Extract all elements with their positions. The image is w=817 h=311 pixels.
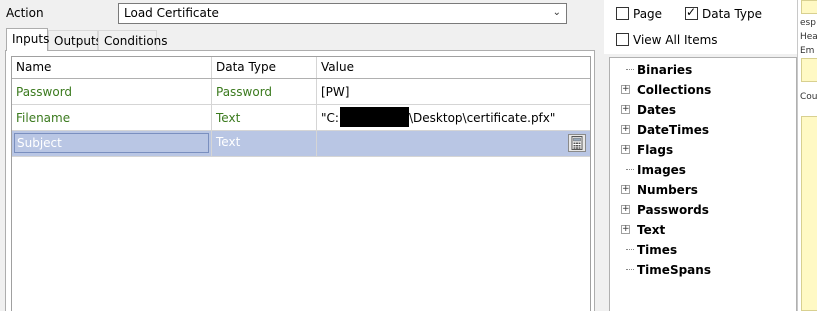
tree-item-numbers[interactable]: + Numbers [610, 180, 796, 200]
tree-item-label[interactable]: Collections [637, 83, 711, 97]
tree-item-label[interactable]: Passwords [637, 203, 709, 217]
plus-icon[interactable]: + [621, 105, 630, 114]
plus-icon[interactable]: + [621, 85, 630, 94]
tab-outputs[interactable]: Outputs [48, 30, 102, 50]
view-all-items-checkbox[interactable] [616, 33, 629, 46]
tree-item-label[interactable]: Images [637, 163, 686, 177]
tree-item-label[interactable]: Numbers [637, 183, 698, 197]
adjacent-window-strip: esp Head Em Cou [797, 0, 817, 311]
plus-icon[interactable]: + [621, 185, 630, 194]
column-header-data-type[interactable]: Data Type [212, 57, 317, 78]
row-name-cell[interactable]: Subject [12, 131, 212, 156]
data-item-tree: Binaries + Collections + Dates + DateTim… [609, 57, 797, 311]
tree-item-label[interactable]: Binaries [637, 63, 692, 77]
plus-icon[interactable]: + [621, 125, 630, 134]
data-type-checkbox[interactable]: ✓ [685, 5, 698, 20]
redaction-block [340, 107, 409, 127]
row-value-cell[interactable] [317, 131, 590, 156]
view-all-items-label[interactable]: View All Items [633, 33, 718, 47]
tree-item-label[interactable]: Flags [637, 143, 673, 157]
row-type-cell[interactable]: Password [212, 79, 317, 104]
tree-item-label[interactable]: TimeSpans [637, 263, 711, 277]
tree-item-passwords[interactable]: + Passwords [610, 200, 796, 220]
tree-item-datetimes[interactable]: + DateTimes [610, 120, 796, 140]
tree-item-text[interactable]: + Text [610, 220, 796, 240]
strip-text: esp [800, 18, 816, 28]
row-name-cell[interactable]: Filename [12, 105, 212, 130]
action-label: Action [6, 6, 44, 20]
tree-item-timespans[interactable]: TimeSpans [610, 260, 796, 280]
value-path-suffix: \Desktop\certificate.pfx" [409, 111, 556, 125]
tree-connector [626, 249, 634, 250]
table-row-selected[interactable]: Subject Text [12, 131, 590, 157]
column-header-value[interactable]: Value [317, 57, 590, 78]
tab-conditions[interactable]: Conditions [98, 30, 168, 50]
inputs-panel: Name Data Type Value Password Password [… [5, 50, 595, 311]
yellow-cell [801, 0, 817, 14]
tree-item-label[interactable]: Times [637, 243, 677, 257]
row-name-cell[interactable]: Password [12, 79, 212, 104]
tree-connector [626, 169, 634, 170]
table-row[interactable]: Password Password [PW] [12, 79, 590, 105]
tree-item-label[interactable]: Dates [637, 103, 676, 117]
row-value-cell[interactable]: "C: \Desktop\certificate.pfx" [317, 105, 590, 130]
tree-connector [626, 69, 634, 70]
subject-name-input[interactable]: Subject [14, 133, 209, 153]
tree-item-images[interactable]: Images [610, 160, 796, 180]
tree-item-binaries[interactable]: Binaries [610, 60, 796, 80]
tree-item-dates[interactable]: + Dates [610, 100, 796, 120]
row-value-cell[interactable]: [PW] [317, 79, 590, 104]
yellow-cell [801, 116, 817, 311]
tree-connector [626, 269, 634, 270]
tab-inputs[interactable]: Inputs [6, 28, 49, 51]
strip-text: Cou [800, 92, 817, 102]
plus-icon[interactable]: + [621, 145, 630, 154]
plus-icon[interactable]: + [621, 205, 630, 214]
column-header-name[interactable]: Name [12, 57, 212, 78]
chevron-down-icon[interactable]: ⌄ [553, 7, 561, 18]
calculator-icon[interactable] [568, 134, 586, 152]
value-path-prefix: "C: [321, 111, 339, 125]
action-dropdown-value: Load Certificate [124, 6, 219, 20]
page-checkbox[interactable] [616, 7, 629, 20]
page-checkbox-label[interactable]: Page [633, 7, 662, 21]
action-dropdown[interactable]: Load Certificate ⌄ [118, 3, 567, 24]
checkmark-icon: ✓ [686, 5, 697, 19]
tree-item-label[interactable]: Text [637, 223, 665, 237]
yellow-cell [801, 58, 817, 82]
strip-text: Em [800, 46, 815, 56]
row-type-cell[interactable]: Text [212, 131, 317, 156]
data-type-checkbox-label[interactable]: Data Type [702, 7, 762, 21]
grid-header: Name Data Type Value [12, 57, 590, 79]
inputs-grid: Name Data Type Value Password Password [… [11, 56, 591, 311]
tree-item-flags[interactable]: + Flags [610, 140, 796, 160]
tree-item-times[interactable]: Times [610, 240, 796, 260]
tree-item-collections[interactable]: + Collections [610, 80, 796, 100]
plus-icon[interactable]: + [621, 225, 630, 234]
row-type-cell[interactable]: Text [212, 105, 317, 130]
tree-item-label[interactable]: DateTimes [637, 123, 709, 137]
strip-text: Head [800, 32, 817, 42]
table-row[interactable]: Filename Text "C: \Desktop\certificate.p… [12, 105, 590, 131]
filter-options: Page ✓ Data Type View All Items [604, 0, 797, 54]
